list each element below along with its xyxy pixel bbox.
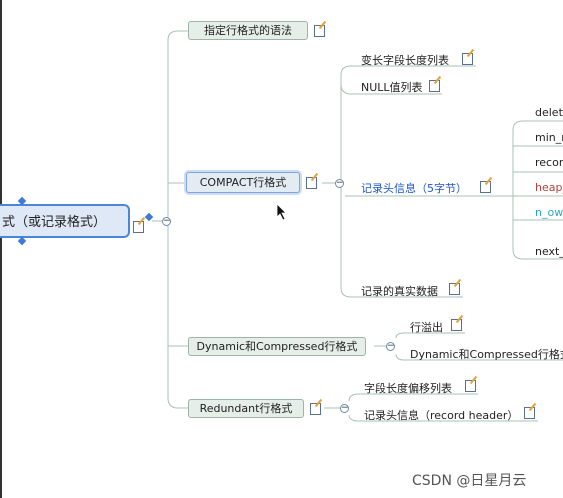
- note-icon[interactable]: [480, 181, 491, 193]
- node-var-len-list[interactable]: 变长字段长度列表: [361, 52, 449, 68]
- node-record-header[interactable]: 记录头信息（5字节）: [361, 180, 467, 196]
- branch-redundant[interactable]: Redundant行格式: [188, 399, 304, 418]
- root-node[interactable]: 式（或记录格式）: [0, 204, 130, 238]
- node-dyn-compressed[interactable]: Dynamic和Compressed行格式: [410, 346, 563, 362]
- note-icon[interactable]: [306, 177, 317, 189]
- note-icon[interactable]: [314, 25, 325, 37]
- node-header-field[interactable]: min_r: [535, 131, 563, 144]
- node-offset-list[interactable]: 字段长度偏移列表: [364, 380, 452, 396]
- note-icon[interactable]: [524, 407, 535, 419]
- node-real-data[interactable]: 记录的真实数据: [361, 283, 438, 299]
- node-overflow[interactable]: 行溢出: [410, 319, 443, 335]
- node-header-field[interactable]: record: [535, 156, 563, 169]
- collapse-toggle-compact[interactable]: −: [335, 179, 344, 188]
- watermark: CSDN @日星月云: [412, 473, 527, 489]
- collapse-toggle-dynamic[interactable]: −: [386, 342, 395, 351]
- node-redundant-record-header[interactable]: 记录头信息（record header）: [364, 407, 518, 423]
- mindmap-connectors: [152, 30, 563, 422]
- branch-syntax[interactable]: 指定行格式的语法: [188, 21, 308, 40]
- note-icon[interactable]: [310, 403, 321, 415]
- mouse-cursor-icon: [276, 203, 287, 221]
- root-label: 式（或记录格式）: [2, 215, 107, 230]
- note-icon[interactable]: [451, 319, 462, 331]
- note-icon[interactable]: [429, 80, 440, 92]
- branch-dynamic[interactable]: Dynamic和Compressed行格式: [188, 337, 366, 356]
- note-icon[interactable]: [133, 221, 144, 233]
- node-header-field[interactable]: n_ow: [535, 206, 563, 219]
- branch-compact[interactable]: COMPACT行格式: [186, 172, 300, 193]
- collapse-toggle-root[interactable]: −: [162, 217, 171, 226]
- node-header-field[interactable]: next_: [535, 245, 563, 258]
- node-header-field[interactable]: heap_: [535, 181, 563, 194]
- node-header-field[interactable]: delete: [535, 106, 563, 119]
- note-icon[interactable]: [465, 380, 476, 392]
- node-null-list[interactable]: NULL值列表: [361, 79, 423, 95]
- note-icon[interactable]: [462, 53, 473, 65]
- collapse-toggle-redundant[interactable]: −: [340, 404, 349, 413]
- note-icon[interactable]: [449, 283, 460, 295]
